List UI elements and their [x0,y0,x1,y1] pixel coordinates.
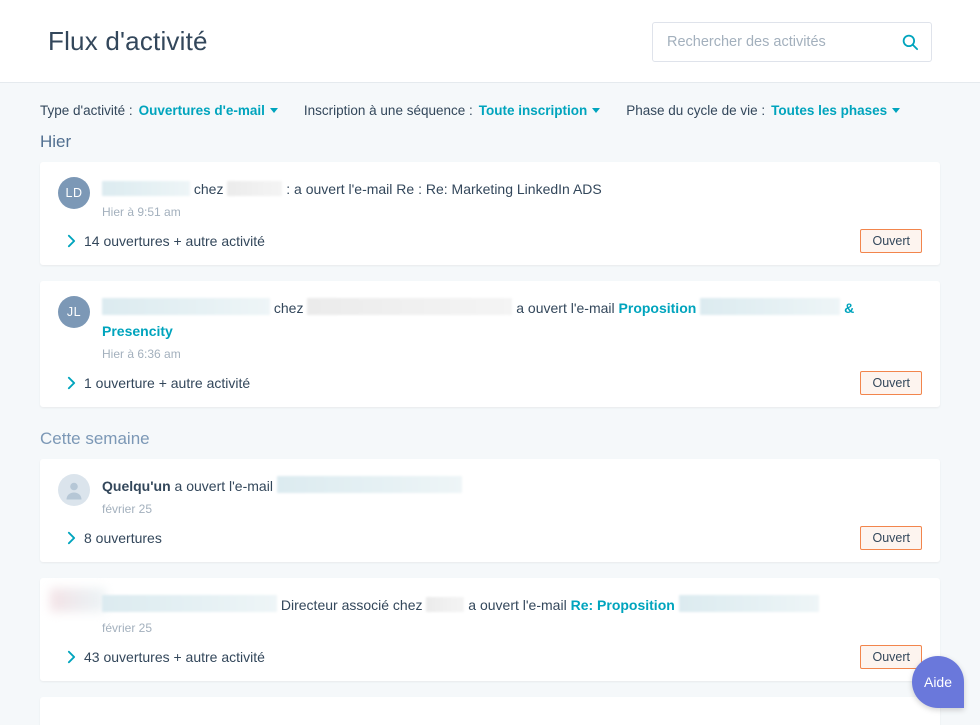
filter-sequence-enrollment[interactable]: Inscription à une séquence : Toute inscr… [303,103,601,118]
redacted-email-subject [678,595,819,612]
chevron-right-icon[interactable] [58,531,84,545]
activity-timestamp: février 25 [102,502,153,516]
status-badge: Ouvert [860,645,922,669]
activity-person-name: Quelqu'un [102,478,171,494]
activity-card-header: LD chez : a ouvert l'e-mail Re : Re: Mar… [58,176,922,219]
email-subject-link[interactable]: Proposition [619,300,697,316]
activity-text-chez: chez [193,181,224,197]
redacted-email-subject [700,298,841,315]
filter-sequence-enrollment-label: Inscription à une séquence : [303,103,473,118]
page-title: Flux d'activité [48,25,208,56]
activity-card-body: chez a ouvert l'e-mail Proposition & Pre… [102,295,922,361]
status-badge: Ouvert [860,229,922,253]
activity-card-body: Quelqu'un a ouvert l'e-mail février 25 [102,473,922,516]
activity-card[interactable]: Quelqu'un a ouvert l'e-mail février 25 8… [40,459,940,562]
filter-activity-type[interactable]: Type d'activité : Ouvertures d'e-mail [40,103,278,118]
activity-text-detail: a ouvert l'e-mail [174,478,273,494]
search-box[interactable] [652,22,932,62]
activity-summary[interactable]: 1 ouverture + autre activité [84,375,860,391]
activity-card-body: Directeur associé chez a ouvert l'e-mail… [102,592,922,635]
chevron-down-icon[interactable] [269,108,278,113]
activity-role-text: Directeur associé chez [280,597,423,613]
activity-text-detail: a ouvert l'e-mail [516,300,615,316]
activity-description: Directeur associé chez a ouvert l'e-mail… [102,594,922,617]
activity-card-header: JL chez a ouvert l'e-mail Proposition & … [58,295,922,361]
activity-summary[interactable]: 43 ouvertures + autre activité [84,649,860,665]
activity-card-header: Quelqu'un a ouvert l'e-mail février 25 [58,473,922,516]
activity-text-detail: : a ouvert l'e-mail Re : Re: Marketing L… [286,181,602,197]
chevron-right-icon[interactable] [58,376,84,390]
redacted-company-name [426,597,465,612]
activity-feed: LD chez : a ouvert l'e-mail Re : Re: Mar… [0,162,980,407]
filter-activity-type-value[interactable]: Ouvertures d'e-mail [139,103,265,118]
section-heading-this-week: Cette semaine [40,429,150,448]
activity-timestamp: février 25 [102,621,153,635]
chevron-down-icon[interactable] [592,108,601,113]
activity-card[interactable]: LD chez : a ouvert l'e-mail Re : Re: Mar… [40,162,940,265]
activity-text-detail: a ouvert l'e-mail [468,597,567,613]
redacted-company-name [307,298,513,315]
activity-summary[interactable]: 8 ouvertures [84,530,860,546]
filter-bar: Type d'activité : Ouvertures d'e-mail In… [0,83,980,118]
activity-timestamp: Hier à 9:51 am [102,205,181,219]
help-button[interactable]: Aide [912,656,964,708]
person-icon [66,482,82,500]
redacted-email-subject [276,476,462,493]
chevron-right-icon[interactable] [58,234,84,248]
activity-card[interactable]: JL chez a ouvert l'e-mail Proposition & … [40,281,940,407]
redacted-contact-name [102,595,277,612]
activity-description: chez : a ouvert l'e-mail Re : Re: Market… [102,178,922,201]
status-badge: Ouvert [860,526,922,550]
avatar-blurred [50,588,106,612]
activity-card-footer: 43 ouvertures + autre activité Ouvert [58,645,922,669]
avatar-anonymous [58,474,90,506]
activity-card-footer: 8 ouvertures Ouvert [58,526,922,550]
activity-card-partial[interactable] [40,697,940,725]
activity-description: Quelqu'un a ouvert l'e-mail [102,475,922,498]
activity-summary[interactable]: 14 ouvertures + autre activité [84,233,860,249]
filter-sequence-enrollment-value[interactable]: Toute inscription [479,103,588,118]
chevron-down-icon[interactable] [892,108,901,113]
filter-lifecycle-stage-label: Phase du cycle de vie : [626,103,766,118]
page-header: Flux d'activité [0,0,980,83]
filter-lifecycle-stage-value[interactable]: Toutes les phases [771,103,887,118]
avatar: JL [58,296,90,328]
redacted-contact-name [102,298,270,315]
redacted-contact-name [102,181,190,196]
redacted-company-name [227,181,283,196]
email-subject-link[interactable]: Re: Proposition [571,597,675,613]
filter-activity-type-label: Type d'activité : [40,103,133,118]
activity-card-header: Directeur associé chez a ouvert l'e-mail… [58,592,922,635]
activity-text-chez: chez [273,300,304,316]
activity-card-footer: 14 ouvertures + autre activité Ouvert [58,229,922,253]
chevron-right-icon[interactable] [58,650,84,664]
activity-card-body: chez : a ouvert l'e-mail Re : Re: Market… [102,176,922,219]
filter-lifecycle-stage[interactable]: Phase du cycle de vie : Toutes les phase… [626,103,901,118]
activity-description: chez a ouvert l'e-mail Proposition & Pre… [102,297,922,343]
search-input[interactable] [665,33,901,51]
status-badge: Ouvert [860,371,922,395]
activity-timestamp: Hier à 6:36 am [102,347,181,361]
email-subject-link-amp[interactable]: & [844,300,854,316]
activity-card[interactable]: Directeur associé chez a ouvert l'e-mail… [40,578,940,681]
activity-card-footer: 1 ouverture + autre activité Ouvert [58,371,922,395]
email-subject-link-continued[interactable]: Presencity [102,323,173,339]
section-heading-yesterday: Hier [40,132,72,151]
activity-feed-this-week: Quelqu'un a ouvert l'e-mail février 25 8… [0,459,980,725]
search-icon[interactable] [901,33,919,51]
avatar: LD [58,177,90,209]
